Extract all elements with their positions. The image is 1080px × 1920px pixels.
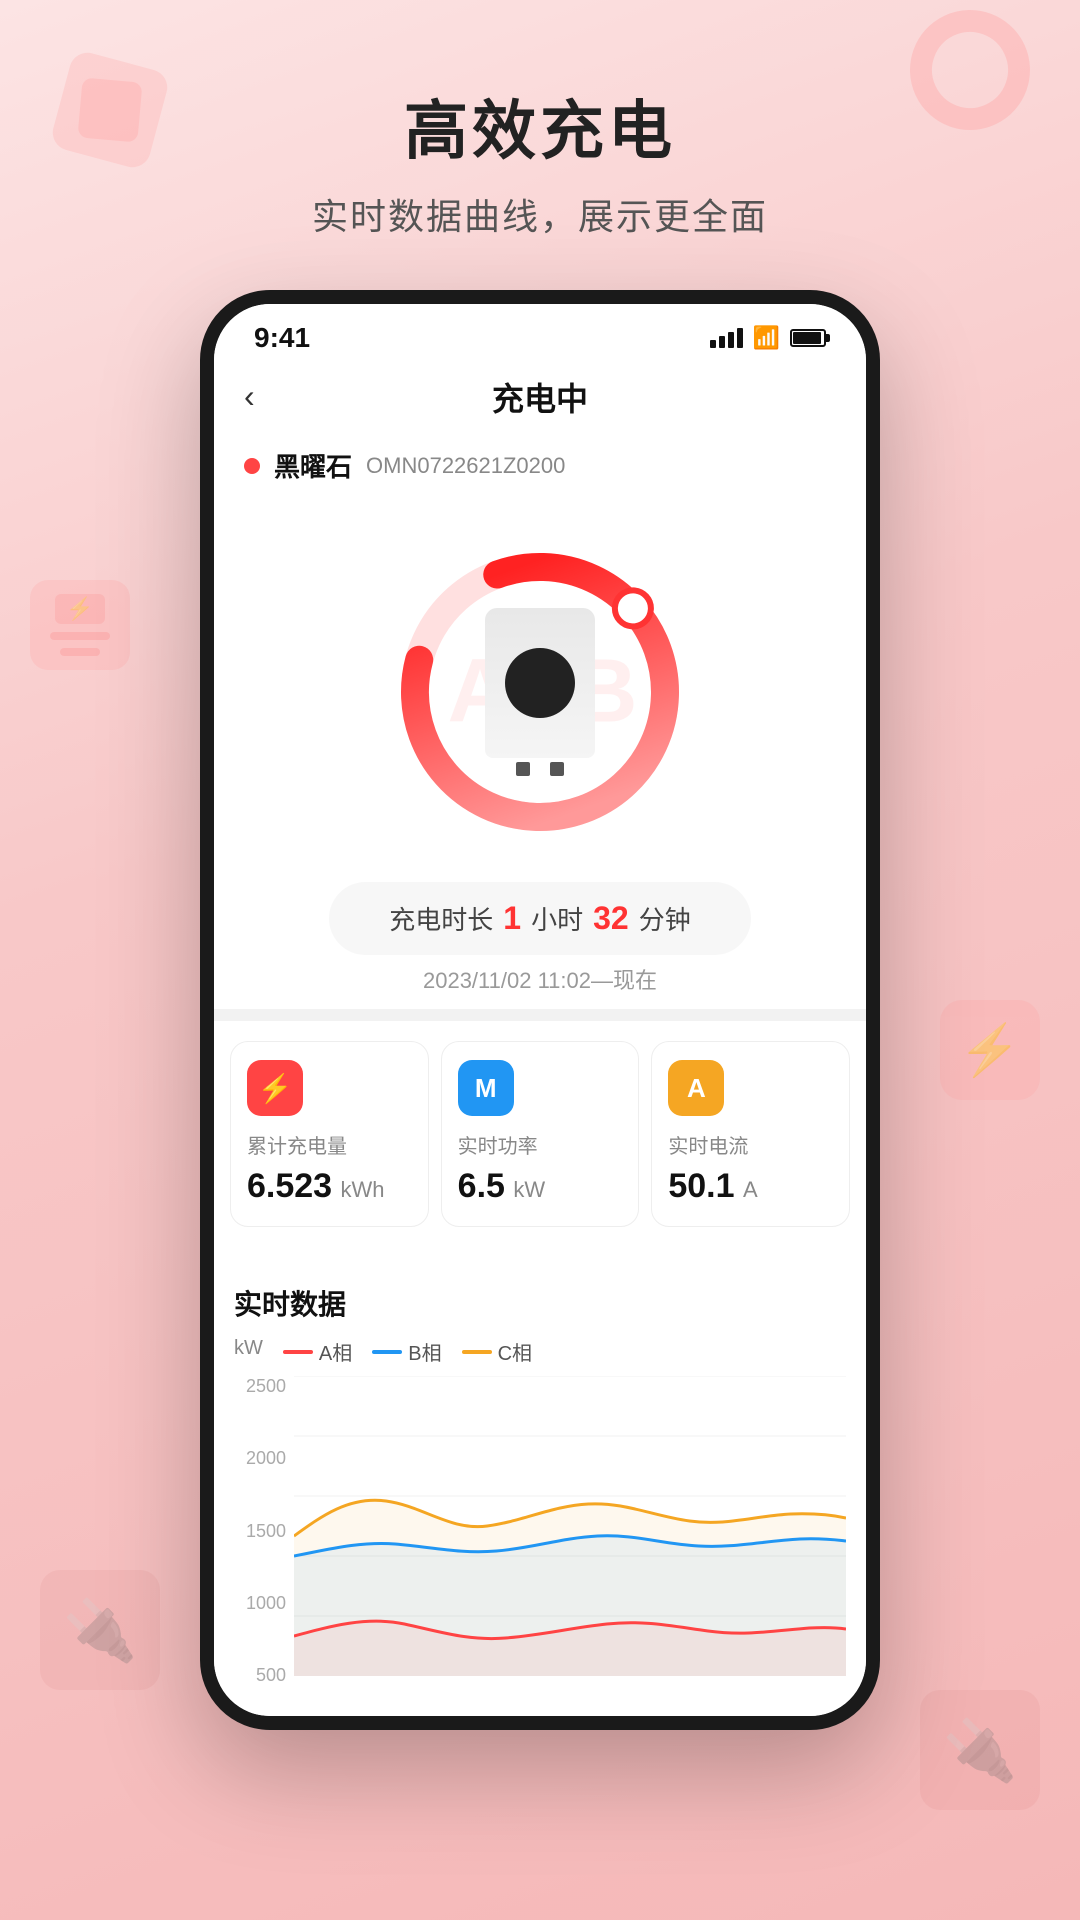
stat-value-current: 50.1 A: [668, 1167, 833, 1206]
charging-section: AOB: [214, 502, 866, 1009]
charging-hours: 1: [503, 900, 521, 937]
nav-bar: ‹ 充电中: [214, 364, 866, 429]
chart-y-label: kW: [234, 1337, 263, 1360]
charging-hours-unit: 小时: [531, 900, 583, 937]
y-tick-1000: 1000: [234, 1593, 286, 1614]
device-image: [485, 608, 595, 776]
charging-minutes: 32: [593, 900, 629, 937]
charging-ring: AOB: [370, 522, 710, 862]
stat-card-power: M 实时功率 6.5 kW: [441, 1041, 640, 1227]
power-icon: M: [475, 1073, 497, 1104]
chart-title: 实时数据: [234, 1283, 846, 1323]
bolt-icon: ⚡: [258, 1072, 293, 1105]
device-name: 黑曜石: [274, 447, 352, 484]
stat-unit-energy: kWh: [341, 1177, 385, 1202]
stat-desc-energy: 累计充电量: [247, 1130, 412, 1159]
device-id: OMN0722621Z0200: [366, 453, 565, 479]
charging-time-box: 充电时长 1 小时 32 分钟: [329, 882, 750, 955]
stat-num-power: 6.5: [458, 1167, 505, 1205]
stat-card-energy: ⚡ 累计充电量 6.523 kWh: [230, 1041, 429, 1227]
wifi-icon: 📶: [753, 325, 780, 351]
device-status-dot: [244, 458, 260, 474]
stat-desc-current: 实时电流: [668, 1130, 833, 1159]
y-tick-2000: 2000: [234, 1448, 286, 1469]
stats-row: ⚡ 累计充电量 6.523 kWh M 实时功率 6.5 kW: [214, 1021, 866, 1247]
status-bar: 9:41 📶: [214, 304, 866, 364]
chart-section: 实时数据 kW A相 B相 C相: [214, 1259, 866, 1716]
page-header: 高效充电 实时数据曲线，展示更全面: [0, 0, 1080, 270]
chart-legend: A相 B相 C相: [283, 1337, 532, 1366]
stats-divider: [214, 1009, 866, 1021]
stat-num-current: 50.1: [668, 1167, 734, 1205]
chart-area: 2500 2000 1500 1000 500: [234, 1376, 846, 1716]
nav-title: 充电中: [492, 374, 588, 420]
battery-icon: [790, 329, 826, 347]
legend-line-c: [462, 1350, 492, 1354]
legend-item-b: B相: [372, 1337, 441, 1366]
y-tick-500: 500: [234, 1665, 286, 1686]
page-subtitle: 实时数据曲线，展示更全面: [0, 188, 1080, 240]
back-button[interactable]: ‹: [244, 378, 255, 415]
stat-unit-current: A: [743, 1177, 758, 1202]
chart-svg: [294, 1376, 846, 1676]
phone-frame: 9:41 📶 ‹ 充电中 黑曜石 OMN072: [200, 290, 880, 1730]
legend-item-c: C相: [462, 1337, 532, 1366]
legend-label-c: C相: [498, 1337, 532, 1366]
stat-icon-power: M: [458, 1060, 514, 1116]
y-tick-1500: 1500: [234, 1521, 286, 1542]
legend-item-a: A相: [283, 1337, 352, 1366]
signal-bars-icon: [710, 328, 743, 348]
legend-label-a: A相: [319, 1337, 352, 1366]
stat-icon-current: A: [668, 1060, 724, 1116]
device-row: 黑曜石 OMN0722621Z0200: [214, 429, 866, 502]
charging-date-range: 2023/11/02 11:02—现在: [423, 963, 657, 995]
stat-icon-energy: ⚡: [247, 1060, 303, 1116]
chart-y-axis: 2500 2000 1500 1000 500: [234, 1376, 294, 1686]
stat-value-energy: 6.523 kWh: [247, 1167, 412, 1206]
page-title: 高效充电: [0, 80, 1080, 172]
phone-mockup-wrapper: 9:41 📶 ‹ 充电中 黑曜石 OMN072: [0, 290, 1080, 1730]
status-time: 9:41: [254, 322, 310, 354]
y-tick-2500: 2500: [234, 1376, 286, 1397]
stat-unit-power: kW: [513, 1177, 545, 1202]
stat-card-current: A 实时电流 50.1 A: [651, 1041, 850, 1227]
stat-num-energy: 6.523: [247, 1167, 332, 1205]
current-icon: A: [687, 1073, 706, 1104]
status-icons: 📶: [710, 325, 826, 351]
charging-minutes-unit: 分钟: [639, 900, 691, 937]
stat-desc-power: 实时功率: [458, 1130, 623, 1159]
legend-line-b: [372, 1350, 402, 1354]
legend-line-a: [283, 1350, 313, 1354]
stat-value-power: 6.5 kW: [458, 1167, 623, 1206]
legend-label-b: B相: [408, 1337, 441, 1366]
